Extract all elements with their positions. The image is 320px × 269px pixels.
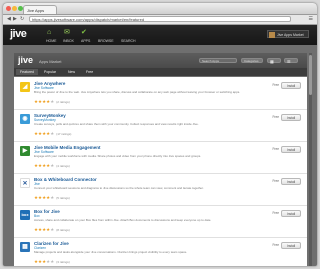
rating-count: (2 ratings) xyxy=(56,100,70,104)
app-price: Free xyxy=(272,179,279,183)
app-list-item[interactable]: box Box for Jive Box Access, share and coll… xyxy=(14,205,307,238)
apps-market-header: jive Apps Market Search Apps Categories … xyxy=(14,53,307,68)
rating-count: (4 ratings) xyxy=(56,164,70,168)
install-button[interactable]: Install xyxy=(281,146,301,153)
apps-market-title: Apps Market xyxy=(39,59,62,64)
app-list-item[interactable]: ✕ Box & Whiteboard Connector Jive Connect y… xyxy=(14,173,307,206)
user-menu[interactable]: Jive Apps Market xyxy=(267,30,309,38)
rating-count: (3 ratings) xyxy=(56,260,70,264)
tab-popular[interactable]: Popular xyxy=(40,69,60,75)
nav-home[interactable]: Home xyxy=(46,39,57,43)
browser-toolbar: ◀ ▶ ↻ https://apps.jivesoftware.com/apps… xyxy=(3,15,317,25)
rating-count: (5 ratings) xyxy=(56,196,70,200)
app-list-item[interactable]: ◢ Jive Anywhere Jive Software Bring the pow… xyxy=(14,77,307,110)
app-name[interactable]: Box & Whiteboard Connector xyxy=(34,177,97,182)
app-price: Free xyxy=(272,147,279,151)
media-engagement-icon[interactable]: ▶ xyxy=(20,146,30,156)
browser-tab[interactable]: Jive Apps xyxy=(23,5,57,14)
nav-browse[interactable]: Browse xyxy=(98,39,114,43)
app-rating: ★★★★★ (8 ratings) xyxy=(34,227,70,233)
menu-icon[interactable]: ☰ xyxy=(309,17,313,22)
install-button[interactable]: Install xyxy=(281,242,301,249)
jive-logo[interactable]: jive xyxy=(10,28,27,40)
user-name: Jive Apps Market xyxy=(277,33,304,37)
address-bar[interactable]: https://apps.jivesoftware.com/apps/dispa… xyxy=(29,16,291,22)
tab-new[interactable]: New xyxy=(64,69,79,75)
app-description: Engage with your mobile workforce with m… xyxy=(34,154,202,158)
browser-window: Jive Apps ◀ ▶ ↻ https://apps.jivesoftwar… xyxy=(3,3,317,266)
inbox-icon[interactable]: ✉ xyxy=(64,29,70,37)
nav-apps[interactable]: Apps xyxy=(81,39,90,43)
rating-count: (17 ratings) xyxy=(56,132,72,136)
search-apps-input[interactable]: Search Apps xyxy=(199,58,237,63)
app-description: Bring the power of Jive to the web. Jive… xyxy=(34,90,241,94)
apps-icon[interactable]: ✔ xyxy=(81,29,87,37)
app-price: Free xyxy=(272,243,279,247)
close-window-icon[interactable] xyxy=(6,6,11,11)
install-button[interactable]: Install xyxy=(281,210,301,217)
star-icon: ★ xyxy=(50,227,55,232)
scrollbar[interactable] xyxy=(309,53,312,266)
tab-free[interactable]: Free xyxy=(82,69,97,75)
apps-logo: jive xyxy=(18,55,34,65)
app-rating: ★★★★★ (3 ratings) xyxy=(34,259,70,265)
nav-search[interactable]: Search xyxy=(121,39,136,43)
app-rating: ★★★★★ (17 ratings) xyxy=(34,131,71,137)
star-icon: ★ xyxy=(50,259,55,264)
list-view-icon[interactable]: ☰ xyxy=(284,58,298,64)
rating-count: (8 ratings) xyxy=(56,228,70,232)
window-titlebar: Jive Apps xyxy=(3,3,317,15)
app-description: Create surveys, polls and quizzes and sh… xyxy=(34,122,199,126)
app-price: Free xyxy=(272,211,279,215)
app-description: Manage projects and tasks alongside your… xyxy=(34,250,188,254)
forward-icon[interactable]: ▶ xyxy=(13,17,17,22)
clarizen-icon[interactable]: ▦ xyxy=(20,242,30,252)
connector-icon[interactable]: ✕ xyxy=(20,178,30,188)
app-price: Free xyxy=(272,83,279,87)
star-icon: ★ xyxy=(50,99,55,104)
nav-inbox[interactable]: Inbox xyxy=(63,39,74,43)
app-price: Free xyxy=(272,115,279,119)
jive-anywhere-icon[interactable]: ◢ xyxy=(20,82,30,92)
scrollbar-thumb[interactable] xyxy=(309,55,312,95)
app-description: Connect your whiteboard sessions and dia… xyxy=(34,186,204,190)
grid-view-icon[interactable]: ▦ xyxy=(267,58,281,64)
app-rating: ★★★★★ (4 ratings) xyxy=(34,163,70,169)
install-button[interactable]: Install xyxy=(281,114,301,121)
app-rating: ★★★★★ (2 ratings) xyxy=(34,99,70,105)
apps-list: ◢ Jive Anywhere Jive Software Bring the pow… xyxy=(14,77,307,266)
star-icon: ★ xyxy=(50,163,55,168)
app-description: Access, share and collaborate on your Bo… xyxy=(34,218,212,222)
app-list-item[interactable]: ◉ SurveyMonkey SurveyMonkey Create surveys,… xyxy=(14,109,307,142)
categories-dropdown[interactable]: Categories xyxy=(241,58,263,63)
star-icon: ★ xyxy=(50,195,55,200)
back-icon[interactable]: ◀ xyxy=(7,17,11,22)
avatar xyxy=(269,32,275,38)
install-button[interactable]: Install xyxy=(281,82,301,89)
tab-featured[interactable]: Featured xyxy=(16,69,39,75)
box-icon[interactable]: box xyxy=(20,210,30,220)
app-rating: ★★★★★ (5 ratings) xyxy=(34,195,70,201)
reload-icon[interactable]: ↻ xyxy=(20,17,24,22)
surveymonkey-icon[interactable]: ◉ xyxy=(20,114,30,124)
app-list-item[interactable]: ▦ Clarizen for Jive Clarizen Manage project… xyxy=(14,237,307,266)
home-icon[interactable]: ⌂ xyxy=(47,29,51,37)
star-icon: ★ xyxy=(50,131,55,136)
install-button[interactable]: Install xyxy=(281,178,301,185)
minimize-window-icon[interactable] xyxy=(12,6,17,11)
apps-subtabs: Featured Popular New Free xyxy=(14,68,307,76)
jive-top-nav: jive ⌂ Home ✉ Inbox ✔ Apps Browse Search… xyxy=(3,25,317,45)
app-list-item[interactable]: ▶ Jive Mobile Media Engagement Jive Softwa… xyxy=(14,141,307,174)
